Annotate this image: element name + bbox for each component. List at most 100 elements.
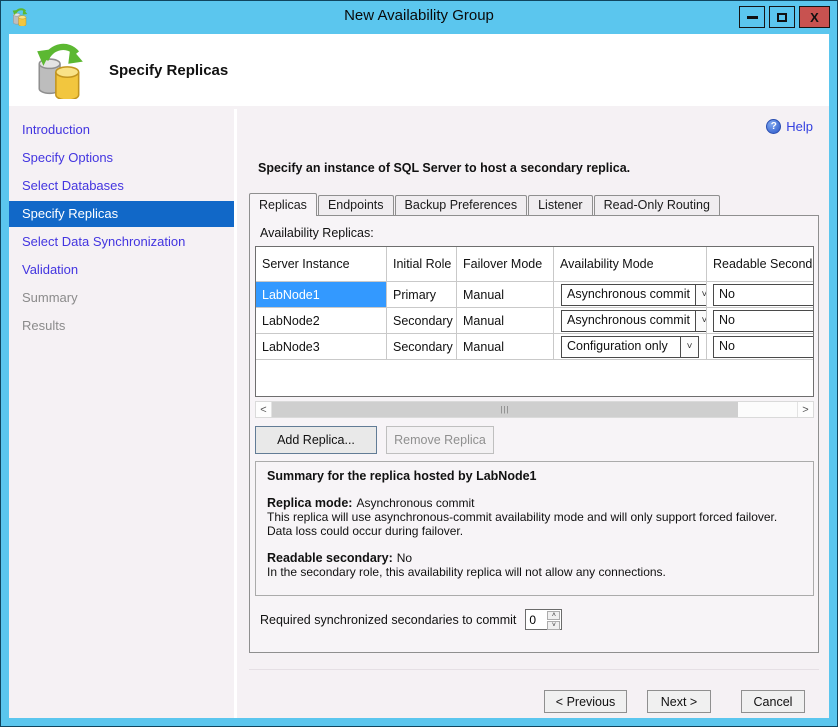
cell-server-instance[interactable]: LabNode2	[256, 308, 387, 333]
cell-readable-secondary: No	[707, 282, 814, 307]
dialog-frame: Specify Replicas Introduction Specify Op…	[9, 34, 829, 718]
availability-mode-dropdown[interactable]: Asynchronous commit ˅	[561, 310, 707, 332]
main-panel: ? Help Specify an instance of SQL Server…	[237, 109, 829, 718]
help-label: Help	[786, 119, 813, 134]
wizard-header: Specify Replicas	[9, 34, 829, 106]
grid-header-row: Server Instance Initial Role Failover Mo…	[256, 247, 814, 282]
scrollbar-track[interactable]	[738, 402, 797, 417]
minimize-icon	[747, 16, 758, 19]
spinner-up-icon[interactable]: ˄	[547, 611, 560, 620]
chevron-down-icon[interactable]: ˅	[695, 311, 707, 331]
availability-replicas-label: Availability Replicas:	[260, 226, 810, 240]
dropdown-value: Configuration only	[562, 337, 680, 357]
chevron-down-icon[interactable]: ˅	[680, 337, 698, 357]
cell-server-instance[interactable]: LabNode3	[256, 334, 387, 359]
cell-availability-mode: Asynchronous commit ˅	[554, 282, 707, 307]
table-row[interactable]: LabNode1 Primary Manual Asynchronous com…	[256, 282, 814, 308]
dropdown-value: Asynchronous commit	[562, 285, 695, 305]
next-button[interactable]: Next >	[647, 690, 711, 713]
scroll-right-arrow-icon[interactable]: >	[797, 402, 813, 417]
sidebar-item-validation[interactable]: Validation	[9, 257, 234, 283]
cell-failover-mode[interactable]: Manual	[457, 334, 554, 359]
remove-replica-button[interactable]: Remove Replica	[386, 426, 494, 454]
wizard-footer: < Previous Next > Cancel	[249, 690, 819, 713]
sidebar-item-select-databases[interactable]: Select Databases	[9, 173, 234, 199]
cancel-button[interactable]: Cancel	[741, 690, 805, 713]
close-icon: X	[810, 11, 819, 24]
column-header-readable-secondary[interactable]: Readable Secondary	[707, 247, 814, 281]
readable-secondary-label: Readable secondary:	[267, 551, 393, 565]
maximize-button[interactable]	[769, 6, 795, 28]
new-availability-group-window: New Availability Group X Specify Replica…	[0, 0, 838, 727]
grid-empty-area	[256, 360, 814, 397]
replica-mode-value: Asynchronous commit	[356, 496, 474, 510]
previous-button[interactable]: < Previous	[544, 690, 627, 713]
cell-server-instance[interactable]: LabNode1	[256, 282, 387, 307]
help-icon: ?	[766, 119, 781, 134]
cell-initial-role[interactable]: Primary	[387, 282, 457, 307]
table-row[interactable]: LabNode3 Secondary Manual Configuration …	[256, 334, 814, 360]
cell-availability-mode: Configuration only ˅	[554, 334, 707, 359]
database-sync-icon	[35, 43, 85, 99]
sidebar-item-introduction[interactable]: Introduction	[9, 117, 234, 143]
instruction-text: Specify an instance of SQL Server to hos…	[249, 161, 819, 175]
table-row[interactable]: LabNode2 Secondary Manual Asynchronous c…	[256, 308, 814, 334]
required-secondaries-label: Required synchronized secondaries to com…	[260, 613, 516, 627]
summary-title: Summary for the replica hosted by LabNod…	[267, 469, 802, 483]
readable-secondary-line: Readable secondary: No	[267, 551, 802, 565]
cell-readable-secondary: No	[707, 334, 814, 359]
replica-mode-label: Replica mode:	[267, 496, 352, 510]
readable-secondary-value: No	[397, 551, 412, 565]
readable-secondary-dropdown[interactable]: No	[713, 336, 814, 358]
tab-endpoints[interactable]: Endpoints	[318, 195, 394, 215]
tab-read-only-routing[interactable]: Read-Only Routing	[594, 195, 720, 215]
readable-secondary-description: In the secondary role, this availability…	[267, 565, 802, 579]
cell-initial-role[interactable]: Secondary	[387, 334, 457, 359]
sidebar-item-results: Results	[9, 313, 234, 339]
required-secondaries-spinner: ˄ ˅	[525, 609, 562, 630]
readable-secondary-dropdown[interactable]: No	[713, 284, 814, 306]
close-button[interactable]: X	[799, 6, 830, 28]
spinner-down-icon[interactable]: ˅	[547, 621, 560, 630]
cell-readable-secondary: No	[707, 308, 814, 333]
availability-mode-dropdown[interactable]: Asynchronous commit ˅	[561, 284, 707, 306]
cell-failover-mode[interactable]: Manual	[457, 308, 554, 333]
column-header-availability-mode[interactable]: Availability Mode	[554, 247, 707, 281]
footer-separator	[249, 669, 819, 670]
wizard-steps-sidebar: Introduction Specify Options Select Data…	[9, 109, 234, 718]
sidebar-item-summary: Summary	[9, 285, 234, 311]
availability-mode-dropdown[interactable]: Configuration only ˅	[561, 336, 699, 358]
replica-summary-box: Summary for the replica hosted by LabNod…	[255, 461, 814, 596]
availability-replicas-grid: Server Instance Initial Role Failover Mo…	[255, 246, 814, 397]
cell-initial-role[interactable]: Secondary	[387, 308, 457, 333]
cell-failover-mode[interactable]: Manual	[457, 282, 554, 307]
scrollbar-thumb[interactable]: |||	[272, 402, 738, 417]
page-title: Specify Replicas	[109, 62, 228, 79]
required-secondaries-input[interactable]	[526, 610, 546, 629]
title-bar[interactable]: New Availability Group X	[1, 1, 837, 34]
readable-secondary-dropdown[interactable]: No	[713, 310, 814, 332]
dropdown-value: Asynchronous commit	[562, 311, 695, 331]
replicas-tab-panel: Availability Replicas: Server Instance I…	[249, 215, 819, 653]
minimize-button[interactable]	[739, 6, 765, 28]
column-header-server-instance[interactable]: Server Instance	[256, 247, 387, 281]
horizontal-scrollbar[interactable]: < ||| >	[255, 401, 814, 418]
cell-availability-mode: Asynchronous commit ˅	[554, 308, 707, 333]
help-link[interactable]: ? Help	[766, 119, 819, 134]
tab-backup-preferences[interactable]: Backup Preferences	[395, 195, 528, 215]
window-title: New Availability Group	[1, 7, 837, 24]
column-header-initial-role[interactable]: Initial Role	[387, 247, 457, 281]
tab-replicas[interactable]: Replicas	[249, 193, 317, 216]
maximize-icon	[777, 13, 787, 22]
column-header-failover-mode[interactable]: Failover Mode	[457, 247, 554, 281]
replica-mode-description: This replica will use asynchronous-commi…	[267, 510, 802, 538]
replica-mode-line: Replica mode: Asynchronous commit	[267, 496, 802, 510]
chevron-down-icon[interactable]: ˅	[695, 285, 707, 305]
sidebar-item-specify-replicas[interactable]: Specify Replicas	[9, 201, 234, 227]
tab-listener[interactable]: Listener	[528, 195, 592, 215]
tab-strip: Replicas Endpoints Backup Preferences Li…	[249, 192, 819, 215]
sidebar-item-specify-options[interactable]: Specify Options	[9, 145, 234, 171]
scroll-left-arrow-icon[interactable]: <	[256, 402, 272, 417]
sidebar-item-select-data-synchronization[interactable]: Select Data Synchronization	[9, 229, 234, 255]
add-replica-button[interactable]: Add Replica...	[255, 426, 377, 454]
